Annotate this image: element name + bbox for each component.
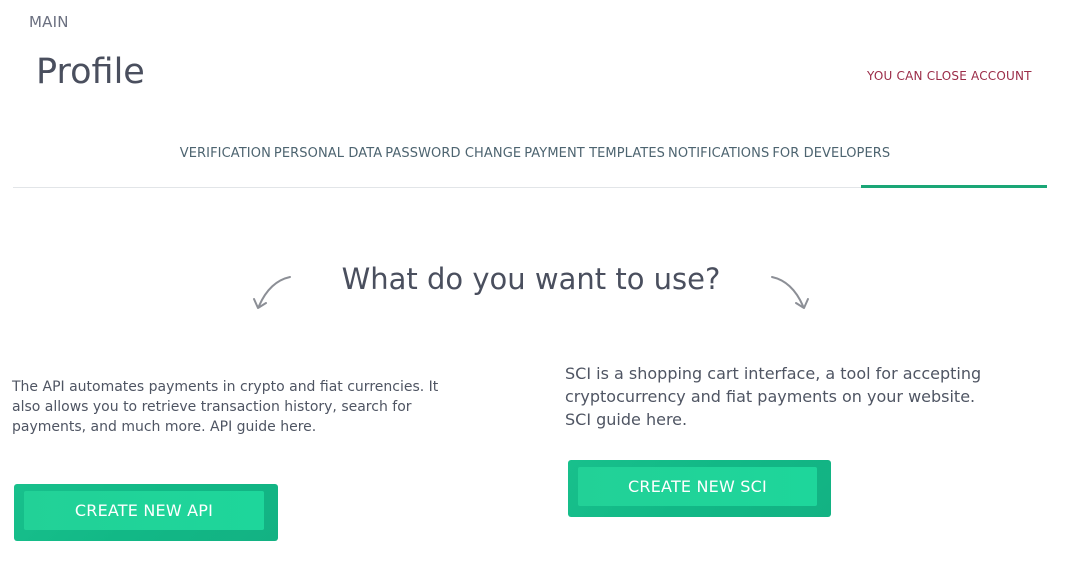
tab-password-change[interactable]: PASSWORD CHANGE xyxy=(385,146,521,161)
api-description: The API automates payments in crypto and… xyxy=(12,379,439,435)
create-new-api-button-face: CREATE NEW API xyxy=(24,491,264,530)
profile-tabs: VERIFICATION PERSONAL DATA PASSWORD CHAN… xyxy=(0,146,1070,161)
tab-for-developers[interactable]: FOR DEVELOPERS xyxy=(772,146,890,161)
breadcrumb[interactable]: MAIN xyxy=(29,13,69,31)
create-new-api-button[interactable]: CREATE NEW API xyxy=(14,484,278,541)
tab-payment-templates[interactable]: PAYMENT TEMPLATES xyxy=(524,146,665,161)
create-new-sci-label: CREATE NEW SCI xyxy=(628,477,767,496)
question-heading: What do you want to use? xyxy=(341,262,721,296)
tab-verification[interactable]: VERIFICATION xyxy=(180,146,271,161)
profile-page: MAIN Profile YOU CAN CLOSE ACCOUNT VERIF… xyxy=(0,0,1070,582)
page-title: Profile xyxy=(36,52,145,92)
sci-description: SCI is a shopping cart interface, a tool… xyxy=(565,364,982,429)
arrow-down-right-icon xyxy=(771,276,809,309)
tab-notifications[interactable]: NOTIFICATIONS xyxy=(668,146,769,161)
create-new-sci-button-face: CREATE NEW SCI xyxy=(578,467,817,506)
create-new-sci-button[interactable]: CREATE NEW SCI xyxy=(568,460,831,517)
active-tab-indicator xyxy=(861,185,1047,188)
close-account-link[interactable]: YOU CAN CLOSE ACCOUNT xyxy=(867,69,1032,83)
create-new-api-label: CREATE NEW API xyxy=(74,501,214,520)
tab-personal-data[interactable]: PERSONAL DATA xyxy=(274,146,382,161)
